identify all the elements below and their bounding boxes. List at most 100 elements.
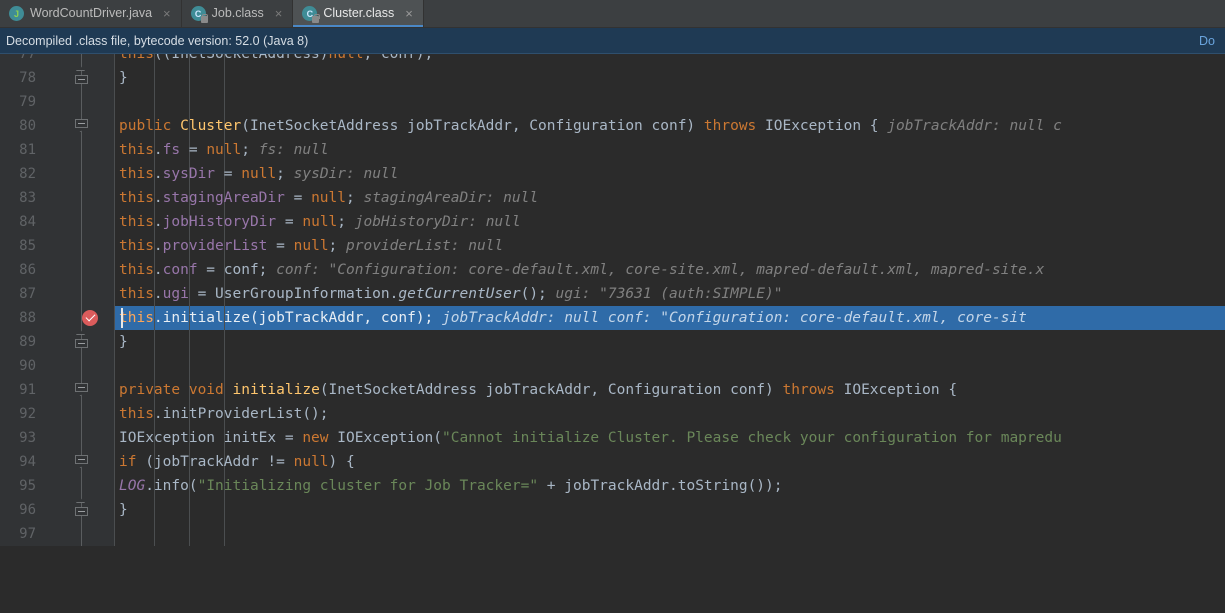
fold-end-icon[interactable] — [75, 330, 88, 349]
code-line[interactable]: 90 — [0, 354, 1225, 378]
editor-gutter[interactable] — [42, 210, 114, 234]
fold-guide-line — [81, 138, 82, 162]
code-text[interactable]: this.stagingAreaDir = null; stagingAreaD… — [115, 186, 1225, 210]
editor-tab-job-class[interactable]: C Job.class × — [181, 0, 294, 27]
code-token: Cluster — [180, 118, 242, 134]
editor-gutter[interactable] — [42, 402, 114, 426]
breakpoint-verified-icon[interactable] — [82, 310, 98, 326]
editor-gutter[interactable] — [42, 114, 114, 138]
fold-collapse-icon[interactable] — [75, 455, 88, 469]
editor-gutter[interactable] — [42, 522, 114, 546]
fold-end-icon[interactable] — [75, 498, 88, 517]
editor-gutter[interactable] — [42, 306, 114, 330]
code-tokens: LOG.info("Initializing cluster for Job T… — [119, 478, 783, 494]
close-icon[interactable]: × — [403, 7, 415, 20]
code-tokens: if (jobTrackAddr != null) { — [119, 454, 355, 470]
code-line[interactable]: 85 this.providerList = null; providerLis… — [0, 234, 1225, 258]
code-line[interactable]: 88 this.initialize(jobTrackAddr, conf); … — [0, 306, 1225, 330]
editor-gutter[interactable] — [42, 426, 114, 450]
line-number: 86 — [0, 258, 42, 282]
code-text[interactable] — [115, 354, 1225, 378]
editor-gutter[interactable] — [42, 90, 114, 114]
editor-gutter[interactable] — [42, 354, 114, 378]
code-line[interactable]: 96 } — [0, 498, 1225, 522]
code-text[interactable]: this.ugi = UserGroupInformation.getCurre… — [115, 282, 1225, 306]
editor-gutter[interactable] — [42, 474, 114, 498]
editor-gutter[interactable] — [42, 258, 114, 282]
code-text[interactable]: this.initProviderList(); — [115, 402, 1225, 426]
code-line[interactable]: 79 — [0, 90, 1225, 114]
code-line[interactable]: 89 } — [0, 330, 1225, 354]
indent-guide — [223, 522, 225, 546]
code-line[interactable]: 91 private void initialize(InetSocketAdd… — [0, 378, 1225, 402]
code-token: this — [119, 262, 154, 278]
code-line[interactable]: 94 if (jobTrackAddr != null) { — [0, 450, 1225, 474]
fold-collapse-icon[interactable] — [75, 119, 88, 133]
close-icon[interactable]: × — [161, 7, 173, 20]
code-editor[interactable]: 77 this((InetSocketAddress)null, conf); 7… — [0, 54, 1225, 613]
code-text[interactable]: this.providerList = null; providerList: … — [115, 234, 1225, 258]
inline-parameter-hint: jobTrackAddr: null conf: "Configuration:… — [433, 310, 1027, 326]
code-token: null — [206, 142, 242, 158]
lock-badge-icon — [200, 13, 209, 23]
editor-gutter[interactable] — [42, 330, 114, 354]
code-line[interactable]: 77 this((InetSocketAddress)null, conf); — [0, 54, 1225, 66]
code-text[interactable] — [115, 522, 1225, 546]
fold-collapse-icon[interactable] — [75, 383, 88, 397]
code-text[interactable]: IOException initEx = new IOException("Ca… — [115, 426, 1225, 450]
line-number: 81 — [0, 138, 42, 162]
code-line[interactable]: 86 this.conf = conf; conf: "Configuratio… — [0, 258, 1225, 282]
code-text[interactable]: this.fs = null; fs: null — [115, 138, 1225, 162]
code-text[interactable]: this.conf = conf; conf: "Configuration: … — [115, 258, 1225, 282]
code-text[interactable]: this((InetSocketAddress)null, conf); — [115, 54, 1225, 66]
code-line[interactable]: 92 this.initProviderList(); — [0, 402, 1225, 426]
fold-end-icon[interactable] — [75, 66, 88, 85]
code-text[interactable]: private void initialize(InetSocketAddres… — [115, 378, 1225, 402]
editor-tab-cluster-class[interactable]: C Cluster.class × — [293, 0, 424, 27]
editor-tab-wordcountdriver-java[interactable]: J WordCountDriver.java × — [0, 0, 182, 27]
code-text[interactable]: LOG.info("Initializing cluster for Job T… — [115, 474, 1225, 498]
fold-guide-line — [81, 90, 82, 114]
code-line[interactable]: 97 — [0, 522, 1225, 546]
code-text[interactable] — [115, 90, 1225, 114]
code-text[interactable]: this.initialize(jobTrackAddr, conf); job… — [115, 306, 1225, 330]
code-line[interactable]: 78 } — [0, 66, 1225, 90]
download-sources-link[interactable]: Do — [1199, 34, 1215, 48]
line-number: 82 — [0, 162, 42, 186]
editor-gutter[interactable] — [42, 234, 114, 258]
editor-gutter[interactable] — [42, 54, 114, 66]
code-token: jobHistoryDir — [162, 214, 277, 230]
editor-gutter[interactable] — [42, 282, 114, 306]
code-line[interactable]: 87 this.ugi = UserGroupInformation.getCu… — [0, 282, 1225, 306]
editor-gutter[interactable] — [42, 138, 114, 162]
code-token: } — [119, 334, 128, 350]
lock-badge-icon — [312, 13, 320, 23]
indent-guide — [188, 498, 190, 522]
code-line[interactable]: 84 this.jobHistoryDir = null; jobHistory… — [0, 210, 1225, 234]
code-line[interactable]: 80 public Cluster(InetSocketAddress jobT… — [0, 114, 1225, 138]
code-text[interactable]: this.sysDir = null; sysDir: null — [115, 162, 1225, 186]
editor-tab-label: Cluster.class — [323, 6, 395, 21]
code-text[interactable]: public Cluster(InetSocketAddress jobTrac… — [115, 114, 1225, 138]
close-icon[interactable]: × — [273, 7, 285, 20]
fold-guide-line — [81, 426, 82, 450]
code-text[interactable]: } — [115, 498, 1225, 522]
code-line[interactable]: 93 IOException initEx = new IOException(… — [0, 426, 1225, 450]
editor-gutter[interactable] — [42, 66, 114, 90]
code-line[interactable]: 81 this.fs = null; fs: null — [0, 138, 1225, 162]
inline-parameter-hint: providerList: null — [337, 238, 504, 254]
code-token: null — [293, 454, 329, 470]
code-text[interactable]: } — [115, 66, 1225, 90]
code-text[interactable]: if (jobTrackAddr != null) { — [115, 450, 1225, 474]
code-tokens: this((InetSocketAddress)null, conf); — [119, 54, 433, 62]
code-line[interactable]: 95 LOG.info("Initializing cluster for Jo… — [0, 474, 1225, 498]
editor-gutter[interactable] — [42, 162, 114, 186]
editor-gutter[interactable] — [42, 498, 114, 522]
code-line[interactable]: 82 this.sysDir = null; sysDir: null — [0, 162, 1225, 186]
code-text[interactable]: this.jobHistoryDir = null; jobHistoryDir… — [115, 210, 1225, 234]
editor-gutter[interactable] — [42, 186, 114, 210]
code-line[interactable]: 83 this.stagingAreaDir = null; stagingAr… — [0, 186, 1225, 210]
code-text[interactable]: } — [115, 330, 1225, 354]
editor-gutter[interactable] — [42, 378, 114, 402]
editor-gutter[interactable] — [42, 450, 114, 474]
